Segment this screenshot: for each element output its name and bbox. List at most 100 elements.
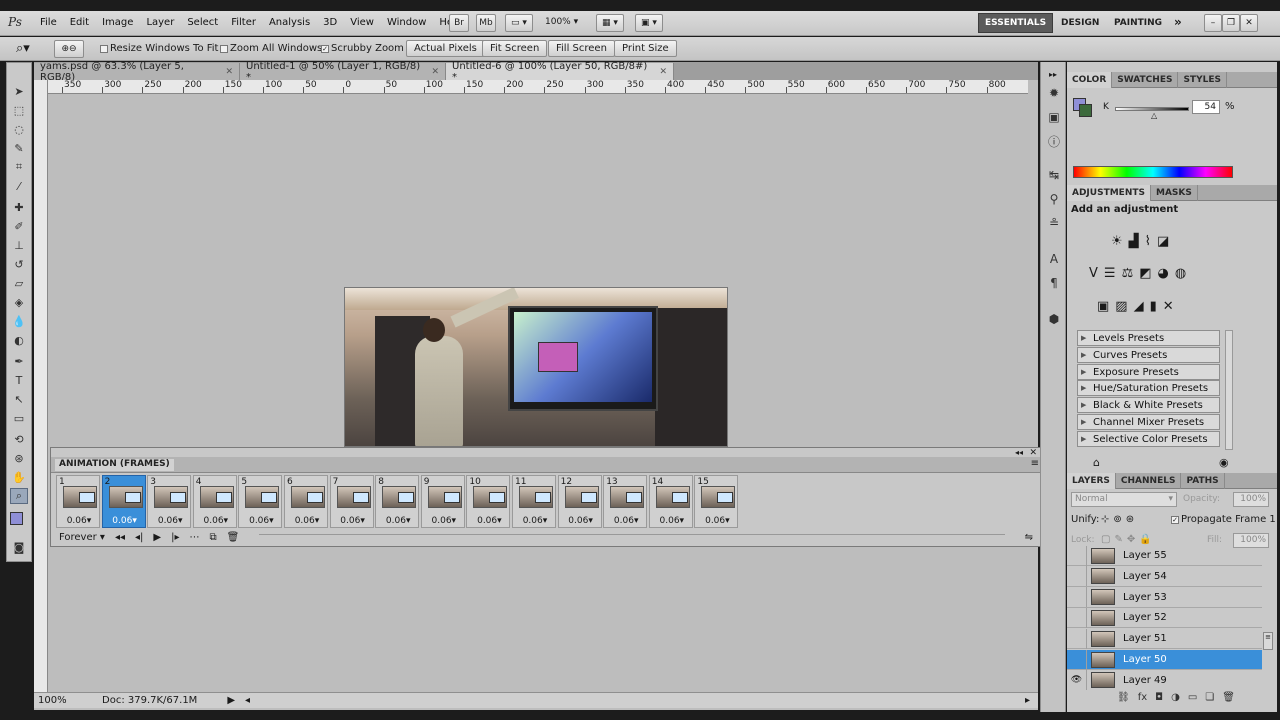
- animation-frame[interactable]: 4 0.06▾: [192, 475, 238, 528]
- lock-pixels-icon[interactable]: ✎: [1114, 534, 1122, 545]
- unify-position-icon[interactable]: ⊹: [1101, 514, 1109, 525]
- menu-window[interactable]: Window: [387, 17, 426, 28]
- first-frame-icon[interactable]: ◂◂: [115, 532, 125, 543]
- tween-icon[interactable]: ⋯: [189, 532, 199, 543]
- levels-icon[interactable]: ▟: [1129, 234, 1139, 249]
- doc-tab-yams[interactable]: yams.psd @ 63.3% (Layer 5, RGB/8) ✕: [34, 61, 240, 83]
- layer-row[interactable]: Layer 54: [1067, 566, 1262, 587]
- hue-saturation-icon[interactable]: ☰: [1104, 266, 1116, 281]
- menu-analysis[interactable]: Analysis: [269, 17, 310, 28]
- new-adjustment-icon[interactable]: ◑: [1171, 692, 1180, 703]
- eyedropper-tool-icon[interactable]: ⁄: [10, 178, 28, 194]
- lock-all-icon[interactable]: 🔒: [1139, 534, 1151, 545]
- frame-delay[interactable]: 0.06▾: [422, 516, 466, 526]
- 3d-orbit-tool-icon[interactable]: ⊛: [10, 450, 28, 466]
- frame-delay[interactable]: 0.06▾: [57, 516, 101, 526]
- character-icon[interactable]: A: [1045, 250, 1063, 268]
- black-white-icon[interactable]: ◩: [1139, 266, 1151, 281]
- move-tool-icon[interactable]: ➤: [10, 83, 28, 99]
- canvas-image[interactable]: [344, 287, 728, 447]
- frame-delay[interactable]: 0.06▾: [194, 516, 238, 526]
- add-mask-icon[interactable]: ◘: [1155, 692, 1163, 703]
- status-scroll-left-icon[interactable]: ◂: [245, 695, 250, 706]
- delete-frame-icon[interactable]: 🗑: [227, 532, 240, 543]
- layer-row[interactable]: Layer 53: [1067, 587, 1262, 608]
- frame-delay[interactable]: 0.06▾: [467, 516, 511, 526]
- frame-delay[interactable]: 0.06▾: [103, 516, 147, 526]
- doc-tab-untitled-6[interactable]: Untitled-6 @ 100% (Layer 50, RGB/8#) * ✕: [446, 61, 674, 83]
- exposure-icon[interactable]: ◪: [1157, 234, 1169, 249]
- brightness-icon[interactable]: ☀: [1111, 234, 1123, 249]
- workspace-essentials[interactable]: ESSENTIALS: [978, 13, 1054, 33]
- print-size-button[interactable]: Print Size: [614, 40, 677, 57]
- quick-mask-icon[interactable]: ◙: [10, 539, 28, 555]
- preset-item[interactable]: Hue/Saturation Presets: [1077, 380, 1220, 397]
- eye-icon[interactable]: 👁: [1067, 670, 1087, 690]
- path-selection-tool-icon[interactable]: ↖: [10, 391, 28, 407]
- animation-frame[interactable]: 15 0.06▾: [694, 475, 739, 528]
- menu-select[interactable]: Select: [187, 17, 218, 28]
- mini-bridge-icon[interactable]: Mb: [476, 14, 496, 32]
- animation-frame[interactable]: 1 0.06▾: [56, 475, 100, 528]
- frame-delay[interactable]: 0.06▾: [331, 516, 375, 526]
- preset-item[interactable]: Channel Mixer Presets: [1077, 414, 1220, 430]
- color-ramp[interactable]: [1073, 166, 1233, 178]
- layer-style-icon[interactable]: fx: [1138, 692, 1147, 703]
- visibility-toggle[interactable]: [1067, 546, 1087, 566]
- layer-row[interactable]: Layer 52: [1067, 607, 1262, 629]
- status-zoom[interactable]: 100%: [38, 695, 78, 706]
- animation-frame[interactable]: 12 0.06▾: [557, 475, 603, 528]
- animation-frame[interactable]: 9 0.06▾: [420, 475, 466, 528]
- animation-frame[interactable]: 8 0.06▾: [375, 475, 420, 528]
- frame-delay[interactable]: 0.06▾: [513, 516, 557, 526]
- visibility-toggle[interactable]: [1067, 587, 1087, 608]
- tab-color[interactable]: COLOR: [1067, 72, 1113, 88]
- preset-item[interactable]: Exposure Presets: [1077, 363, 1220, 380]
- preset-item[interactable]: Levels Presets: [1077, 330, 1220, 346]
- frames-scrollbar[interactable]: [259, 534, 1005, 540]
- convert-to-timeline-icon[interactable]: ⇋: [1025, 532, 1033, 543]
- panel-menu-icon[interactable]: ≡: [1031, 458, 1039, 469]
- propagate-frame-checkbox[interactable]: ✓ Propagate Frame 1: [1171, 514, 1276, 525]
- info-icon[interactable]: ⓘ: [1045, 132, 1063, 150]
- loop-select[interactable]: Forever ▾: [59, 532, 105, 543]
- type-tool-icon[interactable]: T: [10, 372, 28, 388]
- frame-delay[interactable]: 0.06▾: [604, 516, 648, 526]
- frame-delay[interactable]: 0.06▾: [650, 516, 694, 526]
- next-frame-icon[interactable]: |▸: [171, 532, 179, 543]
- frame-delay[interactable]: 0.06▾: [239, 516, 283, 526]
- new-layer-icon[interactable]: ❏: [1205, 692, 1214, 703]
- slider-thumb-icon[interactable]: △: [1151, 111, 1157, 120]
- animation-frame[interactable]: 7 0.06▾: [329, 475, 375, 528]
- dodge-tool-icon[interactable]: ◐: [10, 332, 28, 348]
- expand-panels-icon[interactable]: ▸▸: [1049, 70, 1057, 79]
- close-tab-icon[interactable]: ✕: [225, 67, 233, 77]
- opacity-input[interactable]: 100%: [1233, 492, 1269, 507]
- layer-row[interactable]: Layer 50: [1067, 649, 1262, 670]
- duplicate-frame-icon[interactable]: ⧉: [209, 532, 216, 543]
- tab-paths[interactable]: PATHS: [1181, 473, 1225, 489]
- history-brush-tool-icon[interactable]: ↺: [10, 256, 28, 272]
- hand-tool-icon[interactable]: ✋: [10, 469, 28, 485]
- presets-scrollbar[interactable]: [1225, 330, 1233, 450]
- quick-selection-tool-icon[interactable]: ✎: [10, 140, 28, 156]
- resize-windows-checkbox[interactable]: Resize Windows To Fit: [100, 43, 218, 54]
- tab-swatches[interactable]: SWATCHES: [1112, 72, 1179, 88]
- lock-position-icon[interactable]: ✥: [1127, 534, 1135, 545]
- pen-tool-icon[interactable]: ✒: [10, 353, 28, 369]
- menu-view[interactable]: View: [350, 17, 374, 28]
- layer-row[interactable]: 👁 Layer 49: [1067, 670, 1262, 690]
- visibility-toggle[interactable]: [1067, 566, 1087, 587]
- tab-channels[interactable]: CHANNELS: [1116, 473, 1182, 489]
- threshold-icon[interactable]: ◢: [1134, 299, 1144, 314]
- animation-frame[interactable]: 5 0.06▾: [238, 475, 283, 528]
- zoom-in-out-icon[interactable]: ⊕⊖: [54, 40, 84, 58]
- view-extras-icon[interactable]: ▭ ▾: [505, 14, 533, 32]
- zoom-tool-icon[interactable]: ⌕: [10, 488, 28, 504]
- frame-delay[interactable]: 0.06▾: [148, 516, 192, 526]
- return-to-list-icon[interactable]: ⌂: [1093, 456, 1100, 469]
- preset-item[interactable]: Selective Color Presets: [1077, 430, 1220, 447]
- frame-delay[interactable]: 0.06▾: [559, 516, 603, 526]
- animation-frame[interactable]: 2 0.06▾: [101, 475, 147, 528]
- menu-image[interactable]: Image: [102, 17, 133, 28]
